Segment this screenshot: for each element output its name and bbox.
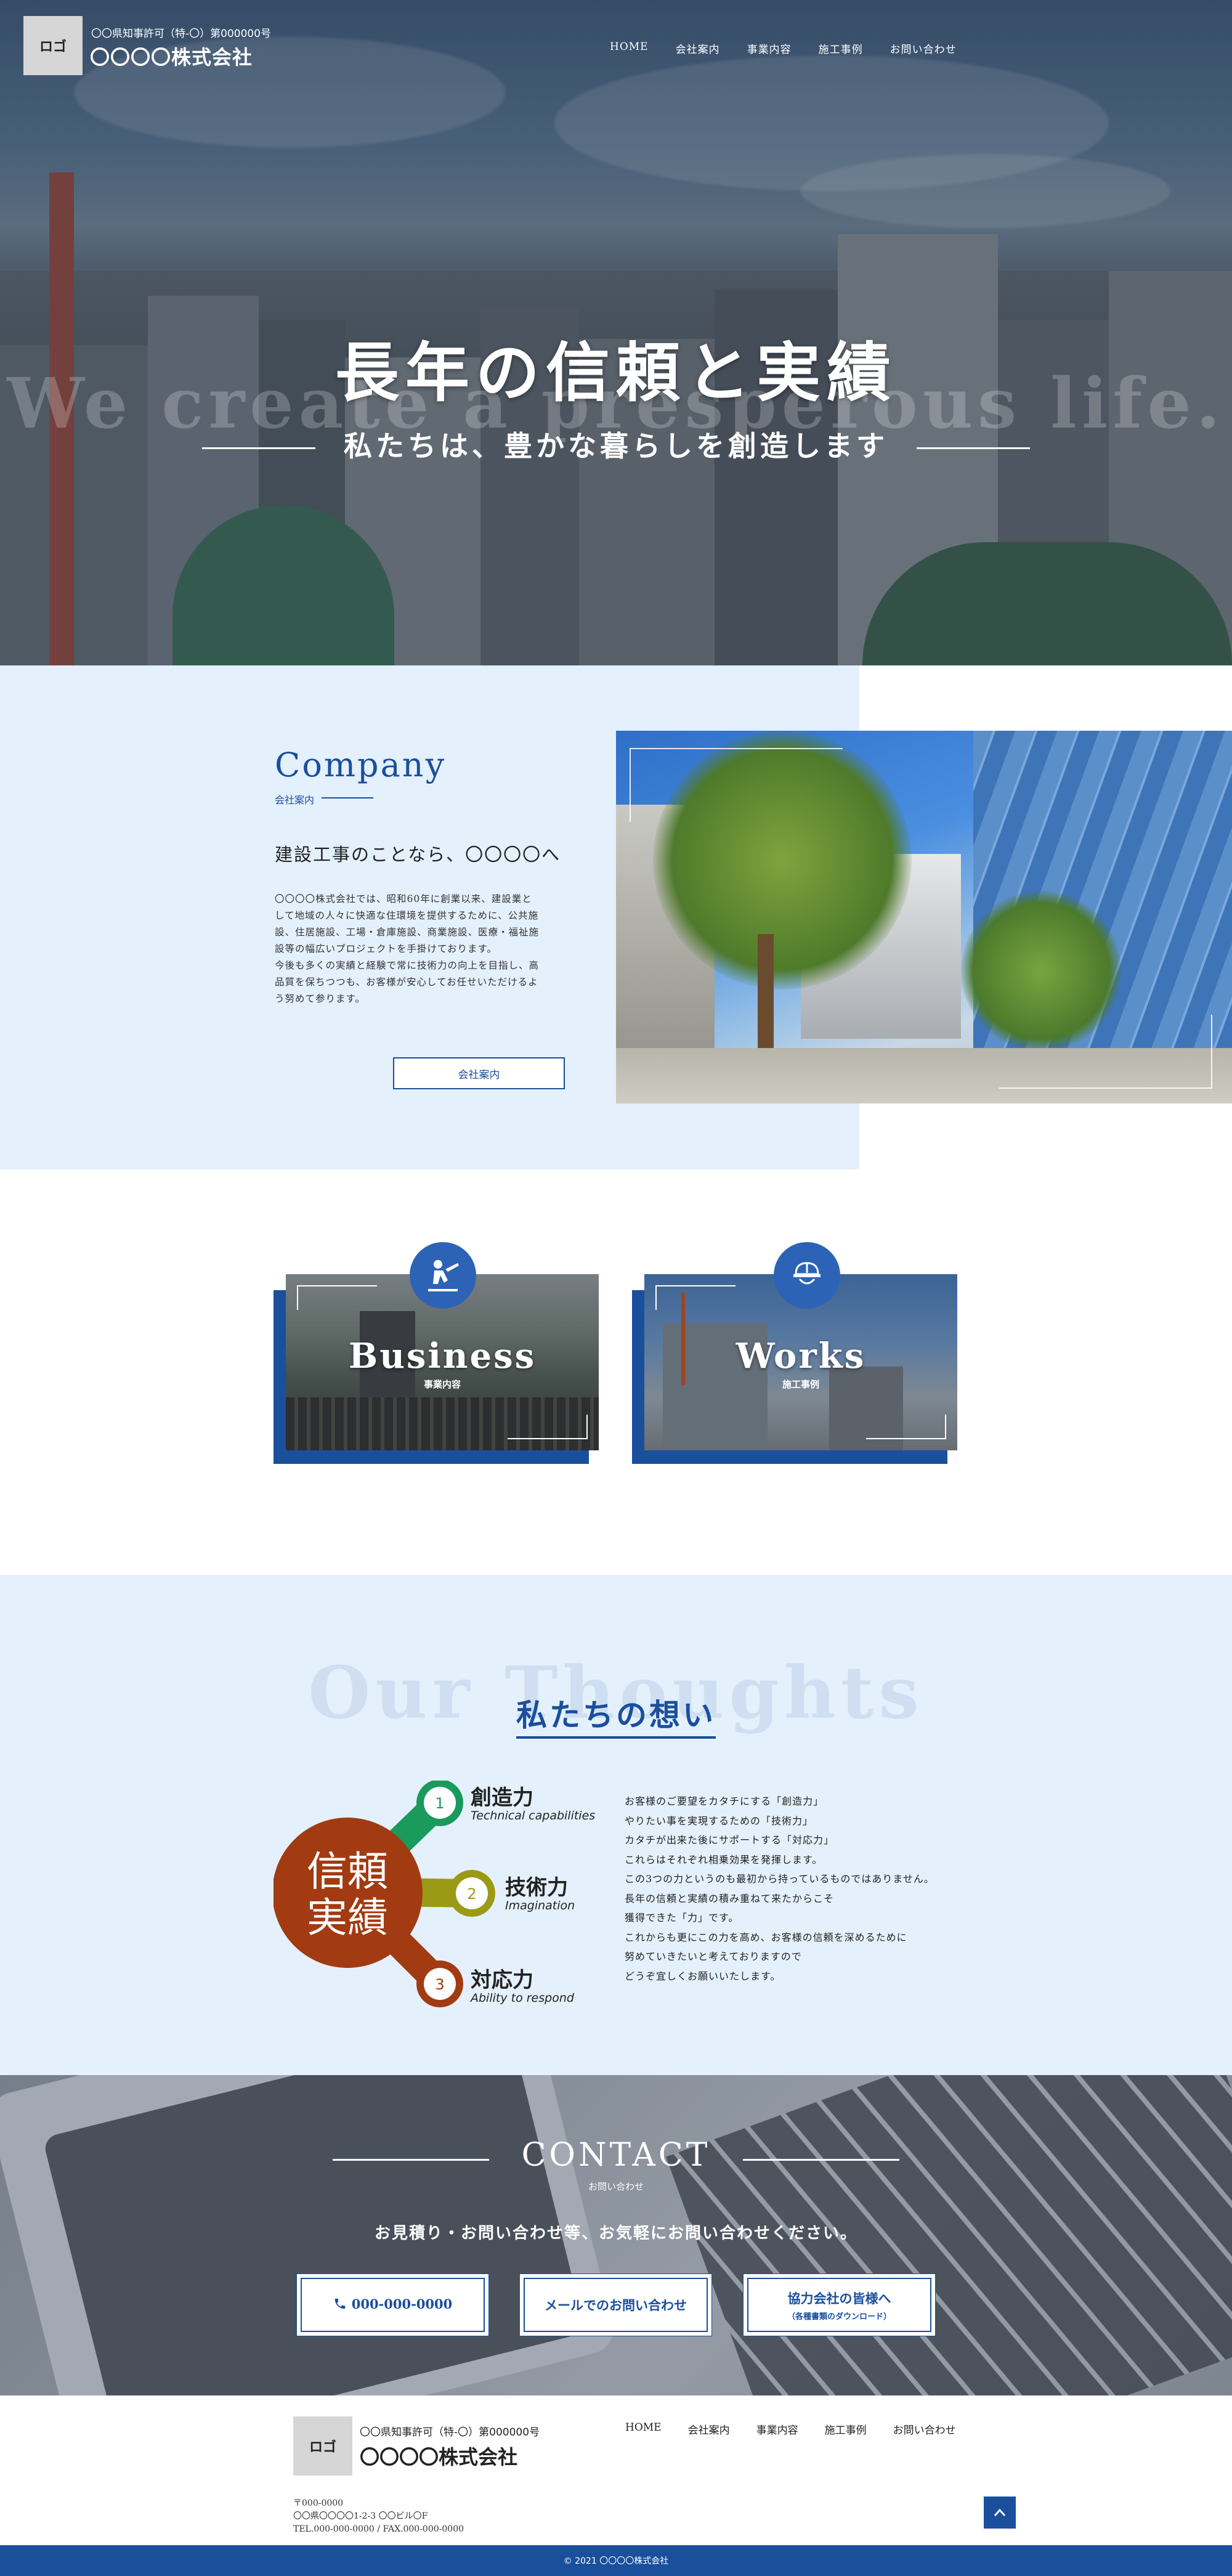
- mail-button-label: メールでのお問い合わせ: [545, 2298, 687, 2313]
- company-text-line: 品質を保ちつつも、お客様が安心してお任せいただけるよ: [275, 977, 538, 988]
- footer-permit: 〇〇県知事許可（特-〇）第000000号: [360, 2426, 540, 2439]
- footer-bar: © 2021 〇〇〇〇株式会社: [0, 2545, 1232, 2576]
- phone-icon: [333, 2297, 347, 2314]
- node-3-number: 3: [435, 1976, 444, 1993]
- business-title: Business: [348, 1336, 537, 1376]
- works-corner-tl: [655, 1285, 736, 1310]
- contact-title: CONTACT: [521, 2137, 711, 2174]
- photo-street: [616, 1048, 1232, 1103]
- contact-subtitle: お問い合わせ: [588, 2181, 644, 2192]
- footer-nav-contact[interactable]: お問い合わせ: [893, 2421, 956, 2437]
- contact-title-line-right: [743, 2159, 899, 2161]
- footer-company-name: 〇〇〇〇株式会社: [360, 2445, 518, 2469]
- phone-number: 000-000-0000: [351, 2296, 453, 2312]
- thoughts-title: 私たちの想い: [516, 1697, 716, 1733]
- company-photo: [616, 731, 1232, 1103]
- footer-street: 〇〇県〇〇〇〇1-2-3 〇〇ビル〇F: [293, 2511, 428, 2521]
- footer-nav-works[interactable]: 施工事例: [825, 2421, 867, 2437]
- works-corner-br: [866, 1415, 946, 1439]
- company-text-line: 今後も多くの実績と経験で常に技術力の向上を目指し、高: [275, 960, 540, 971]
- photo-frame-top: [630, 748, 843, 749]
- photo-frame-bottom: [999, 1087, 1212, 1089]
- partners-button-label: 協力会社の皆様へ: [787, 2290, 891, 2306]
- footer-nav-company[interactable]: 会社案内: [688, 2421, 730, 2437]
- works-title: Works: [736, 1336, 866, 1376]
- header-nav: HOME 会社案内 事業内容 施工事例 お問い合わせ: [610, 41, 984, 56]
- footer-logo[interactable]: ロゴ: [293, 2416, 352, 2476]
- footer-tel-fax: TEL.000-000-0000 / FAX.000-000-0000: [293, 2524, 464, 2534]
- hero-title: 長年の信頼と実績: [334, 335, 897, 410]
- back-to-top-button[interactable]: [984, 2497, 1016, 2529]
- phone-button[interactable]: 000-000-0000: [296, 2273, 489, 2336]
- company-text-line: う努めて参ります。: [275, 993, 365, 1004]
- header-company-name[interactable]: 〇〇〇〇株式会社: [90, 42, 253, 70]
- photo-frame-right: [1211, 1015, 1212, 1089]
- power-technology-title: 技術力: [505, 1875, 568, 1900]
- thoughts-description: お客様のご要望をカタチにする「創造力」 やりたい事を実現するための「技術力」 カ…: [625, 1792, 970, 1986]
- nav-item-company[interactable]: 会社案内: [676, 41, 720, 56]
- power-technology-sub: Imagination: [505, 1899, 575, 1912]
- company-title: Company: [275, 746, 447, 784]
- footer-nav: HOME 会社案内 事業内容 施工事例 お問い合わせ: [625, 2421, 983, 2437]
- company-text-line: して地域の人々に快適な住環境を提供するために、公共施: [275, 910, 539, 921]
- photo-tree: [653, 731, 912, 989]
- company-subtitle: 会社案内: [275, 794, 315, 806]
- company-heading: 建設工事のことなら、〇〇〇〇へ: [275, 844, 561, 865]
- photo-tree: [961, 891, 1121, 1051]
- business-subtitle: 事業内容: [423, 1379, 461, 1390]
- thoughts-text-line: 長年の信頼と実績の積み重ねて来たからこそ: [625, 1892, 835, 1904]
- hero-subtitle: 私たちは、豊かな暮らしを創造します: [344, 429, 888, 463]
- node-1-number: 1: [435, 1795, 444, 1812]
- header-logo[interactable]: ロゴ: [23, 16, 83, 75]
- business-corner-tl: [297, 1285, 377, 1310]
- nav-item-works[interactable]: 施工事例: [819, 41, 863, 56]
- thoughts-text-line: カタチが出来た後にサポートする「対応力」: [625, 1834, 835, 1846]
- company-text-line: 〇〇〇〇株式会社では、昭和60年に創業以来、建設業と: [275, 893, 532, 904]
- center-text-results: 実績: [307, 1894, 388, 1941]
- thoughts-text-line: やりたい事を実現するための「技術力」: [625, 1814, 814, 1827]
- nav-item-contact[interactable]: お問い合わせ: [890, 41, 957, 56]
- thoughts-title-underline: [516, 1736, 716, 1739]
- works-subtitle: 施工事例: [782, 1379, 819, 1390]
- company-text-line: 設等の幅広いプロジェクトを手掛けております。: [275, 943, 497, 954]
- thoughts-text-line: 獲得できた「力」です。: [625, 1912, 739, 1924]
- footer-nav-business[interactable]: 事業内容: [756, 2421, 798, 2437]
- footer-address: 〒000-0000 〇〇県〇〇〇〇1-2-3 〇〇ビル〇F TEL.000-00…: [293, 2497, 464, 2536]
- thoughts-section-bg: [0, 1575, 1232, 2075]
- hero-subtitle-line-right: [917, 447, 1030, 449]
- contact-message: お見積り・お問い合わせ等、お気軽にお問い合わせください。: [374, 2224, 857, 2243]
- thoughts-text-line: これらはそれぞれ相乗効果を発揮します。: [625, 1853, 823, 1866]
- power-response-title: 対応力: [471, 1968, 533, 1993]
- footer-nav-home[interactable]: HOME: [625, 2421, 662, 2437]
- footer-postcode: 〒000-0000: [293, 2498, 344, 2508]
- center-text-trust: 信頼: [307, 1848, 388, 1895]
- thoughts-text-line: この3つの力というのも最初から持っているものではありません。: [625, 1873, 934, 1885]
- partners-button-note: （各種書類のダウンロード）: [787, 2312, 891, 2322]
- power-response-sub: Ability to respond: [471, 1991, 574, 2005]
- thoughts-text-line: これからも更にこの力を高め、お客様の信頼を深めるために: [625, 1931, 907, 1943]
- copyright: © 2021 〇〇〇〇株式会社: [563, 2556, 669, 2566]
- chevron-up-icon: [994, 2508, 1006, 2516]
- phone-button-content: 000-000-0000: [333, 2296, 453, 2314]
- worker-icon: [410, 1242, 476, 1309]
- thoughts-text-line: お客様のご要望をカタチにする「創造力」: [625, 1795, 824, 1807]
- company-button[interactable]: 会社案内: [393, 1057, 565, 1089]
- nav-item-home[interactable]: HOME: [610, 41, 649, 56]
- mail-button[interactable]: メールでのお問い合わせ: [519, 2273, 712, 2336]
- business-corner-br: [508, 1415, 588, 1439]
- thoughts-text-line: どうぞ宜しくお願いいたします。: [625, 1970, 781, 1982]
- company-text-line: 設、住居施設、工場・倉庫施設、商業施設、医療・福祉施: [275, 927, 540, 938]
- node-2-number: 2: [467, 1885, 476, 1903]
- partners-button[interactable]: 協力会社の皆様へ （各種書類のダウンロード）: [743, 2273, 936, 2336]
- company-description: 〇〇〇〇株式会社では、昭和60年に創業以来、建設業と して地域の人々に快適な住環…: [275, 891, 559, 1007]
- helmet-icon: [774, 1242, 840, 1309]
- header-permit: 〇〇県知事許可（特-〇）第000000号: [91, 28, 272, 40]
- power-creativity-title: 創造力: [471, 1786, 533, 1810]
- thoughts-text-line: 努めていきたいと考えておりますので: [625, 1951, 802, 1962]
- nav-item-business[interactable]: 事業内容: [747, 41, 792, 56]
- photo-frame-left: [630, 748, 631, 822]
- power-creativity-sub: Technical capabilities: [471, 1809, 596, 1822]
- company-subtitle-line: [322, 797, 373, 798]
